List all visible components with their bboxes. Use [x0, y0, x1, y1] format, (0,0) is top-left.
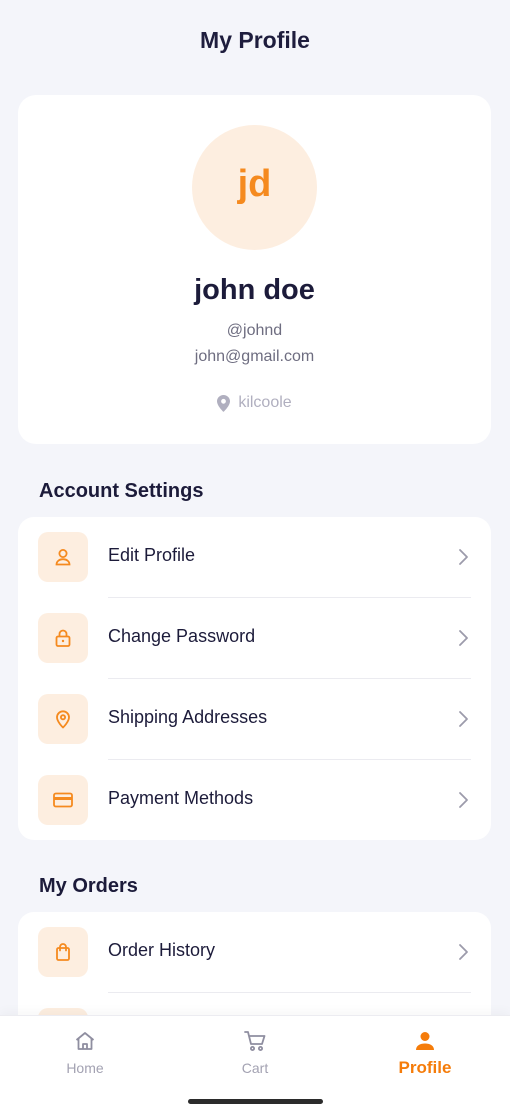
- location-text: kilcoole: [238, 394, 292, 411]
- nav-home-label: Home: [66, 1060, 104, 1076]
- chevron-right-icon: [459, 630, 468, 646]
- cart-icon: [242, 1028, 268, 1054]
- page-title: My Profile: [200, 27, 310, 53]
- order-history-label: Order History: [108, 940, 216, 960]
- profile-location: kilcoole: [18, 394, 491, 412]
- map-pin-icon: [38, 694, 88, 744]
- user-icon: [38, 532, 88, 582]
- profile-username: @johnd: [226, 322, 283, 339]
- change-password-label: Change Password: [108, 626, 256, 646]
- nav-cart-label: Cart: [241, 1060, 269, 1076]
- change-password-row[interactable]: Change Password: [18, 598, 491, 679]
- nav-profile-label: Profile: [398, 1058, 452, 1077]
- shipping-addresses-row[interactable]: Shipping Addresses: [18, 679, 491, 760]
- payment-methods-label: Payment Methods: [108, 788, 254, 808]
- payment-methods-row[interactable]: Payment Methods: [18, 760, 491, 841]
- avatar: jd: [192, 125, 317, 250]
- chevron-right-icon: [459, 792, 468, 808]
- my-orders-title: My Orders: [39, 875, 138, 897]
- home-indicator[interactable]: [188, 1099, 323, 1104]
- edit-profile-row[interactable]: Edit Profile: [18, 517, 491, 598]
- nav-profile[interactable]: Profile: [340, 1016, 510, 1096]
- chevron-right-icon: [459, 549, 468, 565]
- shipping-addresses-label: Shipping Addresses: [108, 707, 268, 727]
- shopping-bag-icon: [38, 927, 88, 977]
- account-settings-card: Edit Profile Change Password Shipping Ad…: [18, 517, 491, 840]
- edit-profile-label: Edit Profile: [108, 545, 196, 565]
- account-settings-title: Account Settings: [39, 480, 204, 502]
- profile-card: jd john doe @johnd john@gmail.com kilcoo…: [18, 95, 491, 444]
- order-history-row[interactable]: Order History: [18, 912, 491, 993]
- person-icon: [413, 1028, 437, 1054]
- profile-name: john doe: [194, 274, 315, 306]
- chevron-right-icon: [459, 944, 468, 960]
- home-icon: [73, 1028, 97, 1054]
- nav-cart[interactable]: Cart: [170, 1016, 340, 1096]
- avatar-initials: jd: [237, 163, 272, 205]
- chevron-right-icon: [459, 711, 468, 727]
- nav-home[interactable]: Home: [0, 1016, 170, 1096]
- profile-email: john@gmail.com: [194, 348, 315, 365]
- lock-icon: [38, 613, 88, 663]
- location-pin-icon: [217, 394, 231, 412]
- credit-card-icon: [38, 775, 88, 825]
